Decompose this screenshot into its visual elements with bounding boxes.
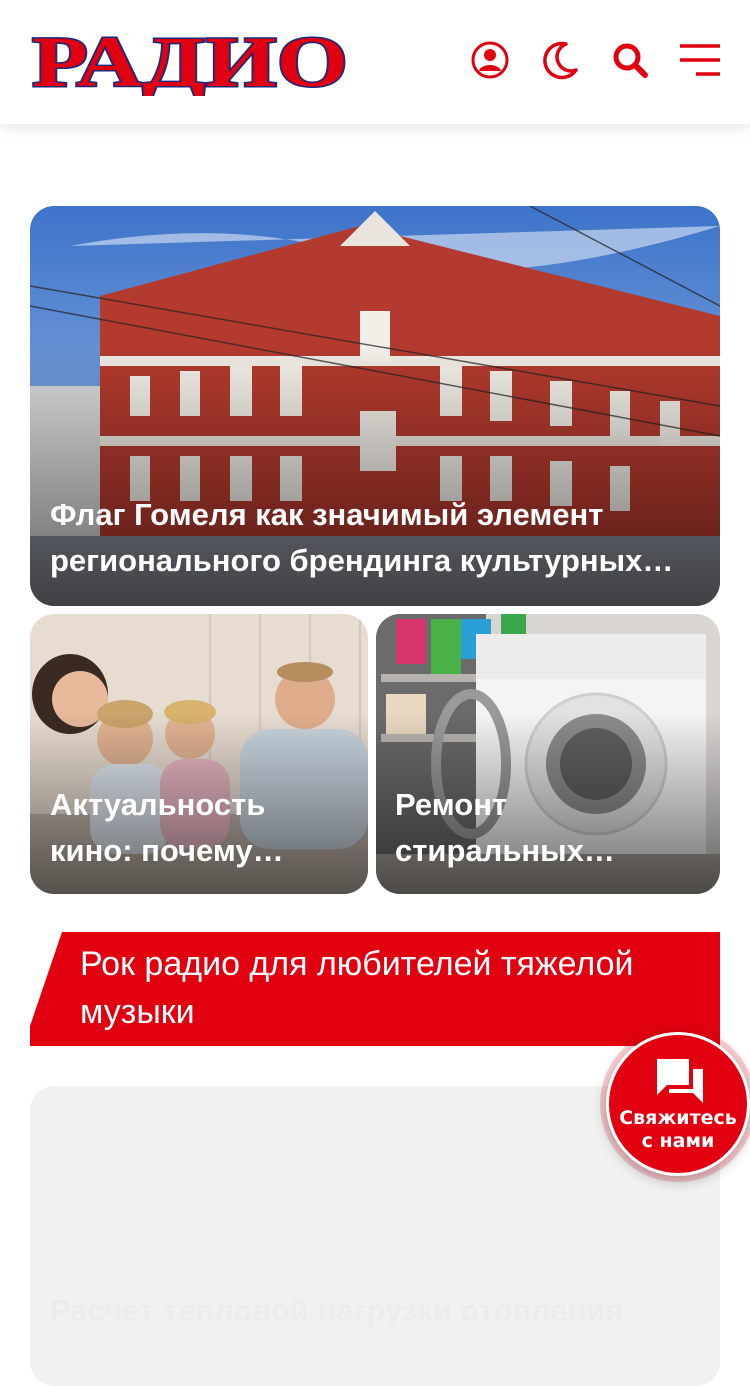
moon-icon[interactable] [540, 40, 580, 80]
contact-us-label-line1: Свяжитесь [619, 1107, 737, 1129]
logo-text: РАДИО [32, 28, 348, 96]
chat-icon [657, 1059, 703, 1103]
section-title[interactable]: Рок радио для любителей тяжелой музыки [80, 940, 710, 1036]
featured-article-title-text: Флаг Гомеля как значимый элемент региона… [50, 497, 674, 578]
article-card-title-line1: Ремонт [395, 787, 508, 822]
menu-icon[interactable] [680, 40, 722, 80]
search-icon[interactable] [610, 40, 650, 80]
contact-us-label: Свяжитесь с нами [609, 1107, 747, 1153]
featured-article-title[interactable]: Флаг Гомеля как значимый элемент региона… [50, 492, 698, 584]
article-card-title-line2: стиральных… [395, 833, 615, 868]
article-card-title[interactable]: Расчёт тепловой нагрузки отопления [50, 1288, 623, 1334]
site-logo[interactable]: РАДИО [30, 28, 350, 96]
section-header-banner: Рок радио для любителей тяжелой музыки [30, 932, 720, 1046]
article-card-title-line2: кино: почему… [50, 833, 284, 868]
site-header: РАДИО [0, 0, 750, 124]
article-card-title-line1: Актуальность [50, 787, 266, 822]
contact-us-button[interactable]: Свяжитесь с нами [606, 1032, 750, 1176]
contact-us-label-line2: с нами [641, 1130, 715, 1152]
article-card[interactable]: Актуальность кино: почему… [30, 614, 368, 894]
article-card[interactable]: Ремонт стиральных… [376, 614, 720, 894]
user-icon[interactable] [470, 40, 510, 80]
featured-article-card[interactable]: Флаг Гомеля как значимый элемент региона… [30, 206, 720, 606]
